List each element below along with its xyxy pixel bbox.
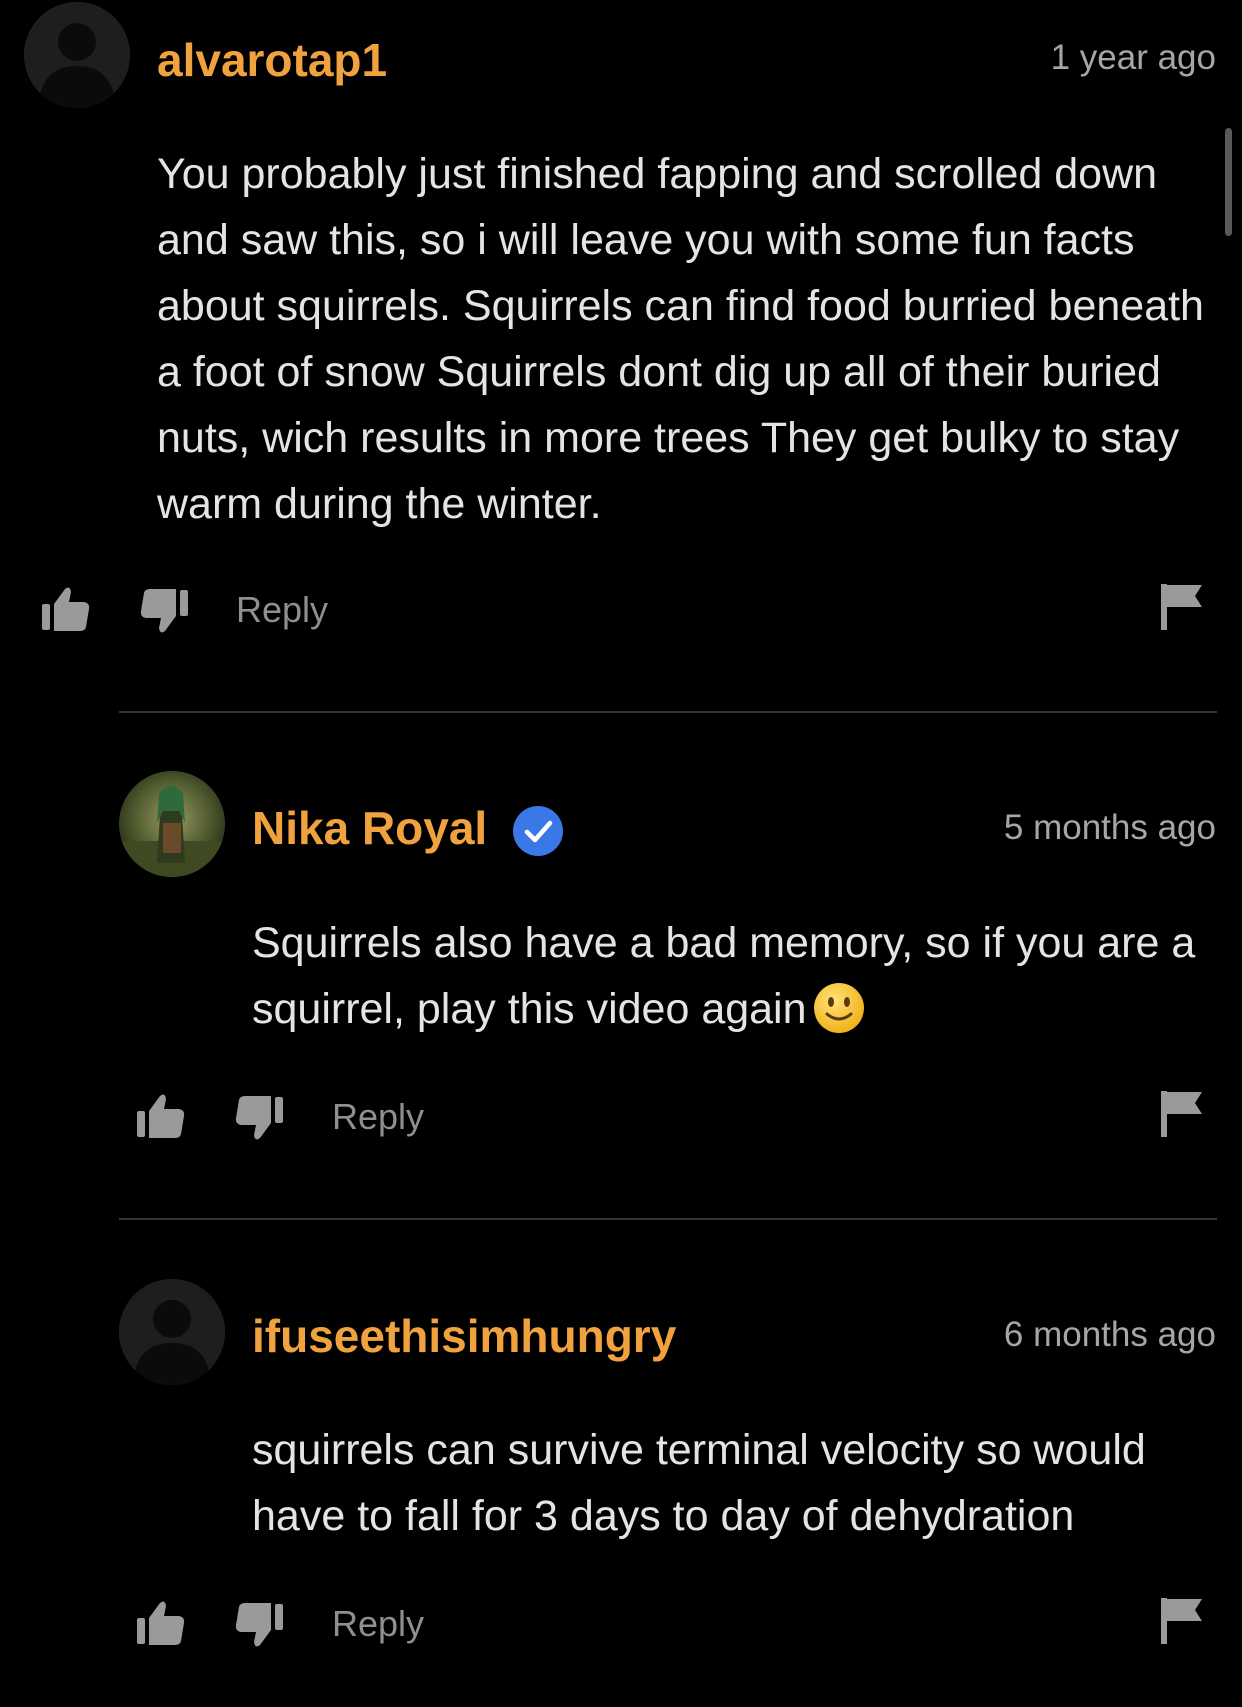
user-silhouette-icon xyxy=(119,1279,225,1385)
comment-actions: Reply xyxy=(0,584,1242,644)
comment-timestamp: 6 months ago xyxy=(1003,1315,1216,1354)
thumbs-down-icon[interactable] xyxy=(233,1091,285,1143)
username[interactable]: alvarotap1 xyxy=(157,32,387,88)
divider xyxy=(119,711,1217,713)
comment-timestamp: 1 year ago xyxy=(1050,38,1216,77)
comment-text: Squirrels also have a bad memory, so if … xyxy=(252,910,1222,1042)
comment-actions: Reply xyxy=(0,1598,1242,1658)
comment-text: squirrels can survive terminal velocity … xyxy=(252,1426,1146,1540)
comment-timestamp: 5 months ago xyxy=(1003,808,1216,847)
avatar[interactable] xyxy=(24,2,130,108)
comment-text-content: Squirrels also have a bad memory, so if … xyxy=(252,919,1196,1033)
reply-button[interactable]: Reply xyxy=(332,1598,424,1650)
reply-button[interactable]: Reply xyxy=(332,1091,424,1143)
divider xyxy=(119,1218,1217,1220)
username[interactable]: ifuseethisimhungry xyxy=(252,1308,676,1364)
comment-text: You probably just finished fapping and s… xyxy=(157,150,1204,528)
thumbs-up-icon[interactable] xyxy=(135,1598,187,1650)
user-silhouette-icon xyxy=(24,2,130,108)
comment-actions: Reply xyxy=(0,1091,1242,1151)
flag-icon[interactable] xyxy=(1160,1089,1204,1139)
reply-button[interactable]: Reply xyxy=(236,584,328,636)
thumbs-up-icon[interactable] xyxy=(135,1091,187,1143)
flag-icon[interactable] xyxy=(1160,1596,1204,1646)
thumbs-down-icon[interactable] xyxy=(233,1598,285,1650)
profile-photo xyxy=(119,771,225,877)
username[interactable]: Nika Royal xyxy=(252,800,487,856)
avatar[interactable] xyxy=(119,771,225,877)
avatar[interactable] xyxy=(119,1279,225,1385)
slightly-smiling-face-icon xyxy=(813,982,864,1033)
scrollbar[interactable] xyxy=(1225,128,1232,236)
flag-icon[interactable] xyxy=(1160,582,1204,632)
thumbs-up-icon[interactable] xyxy=(40,584,92,636)
verified-badge-icon xyxy=(513,806,563,856)
thumbs-down-icon[interactable] xyxy=(138,584,190,636)
